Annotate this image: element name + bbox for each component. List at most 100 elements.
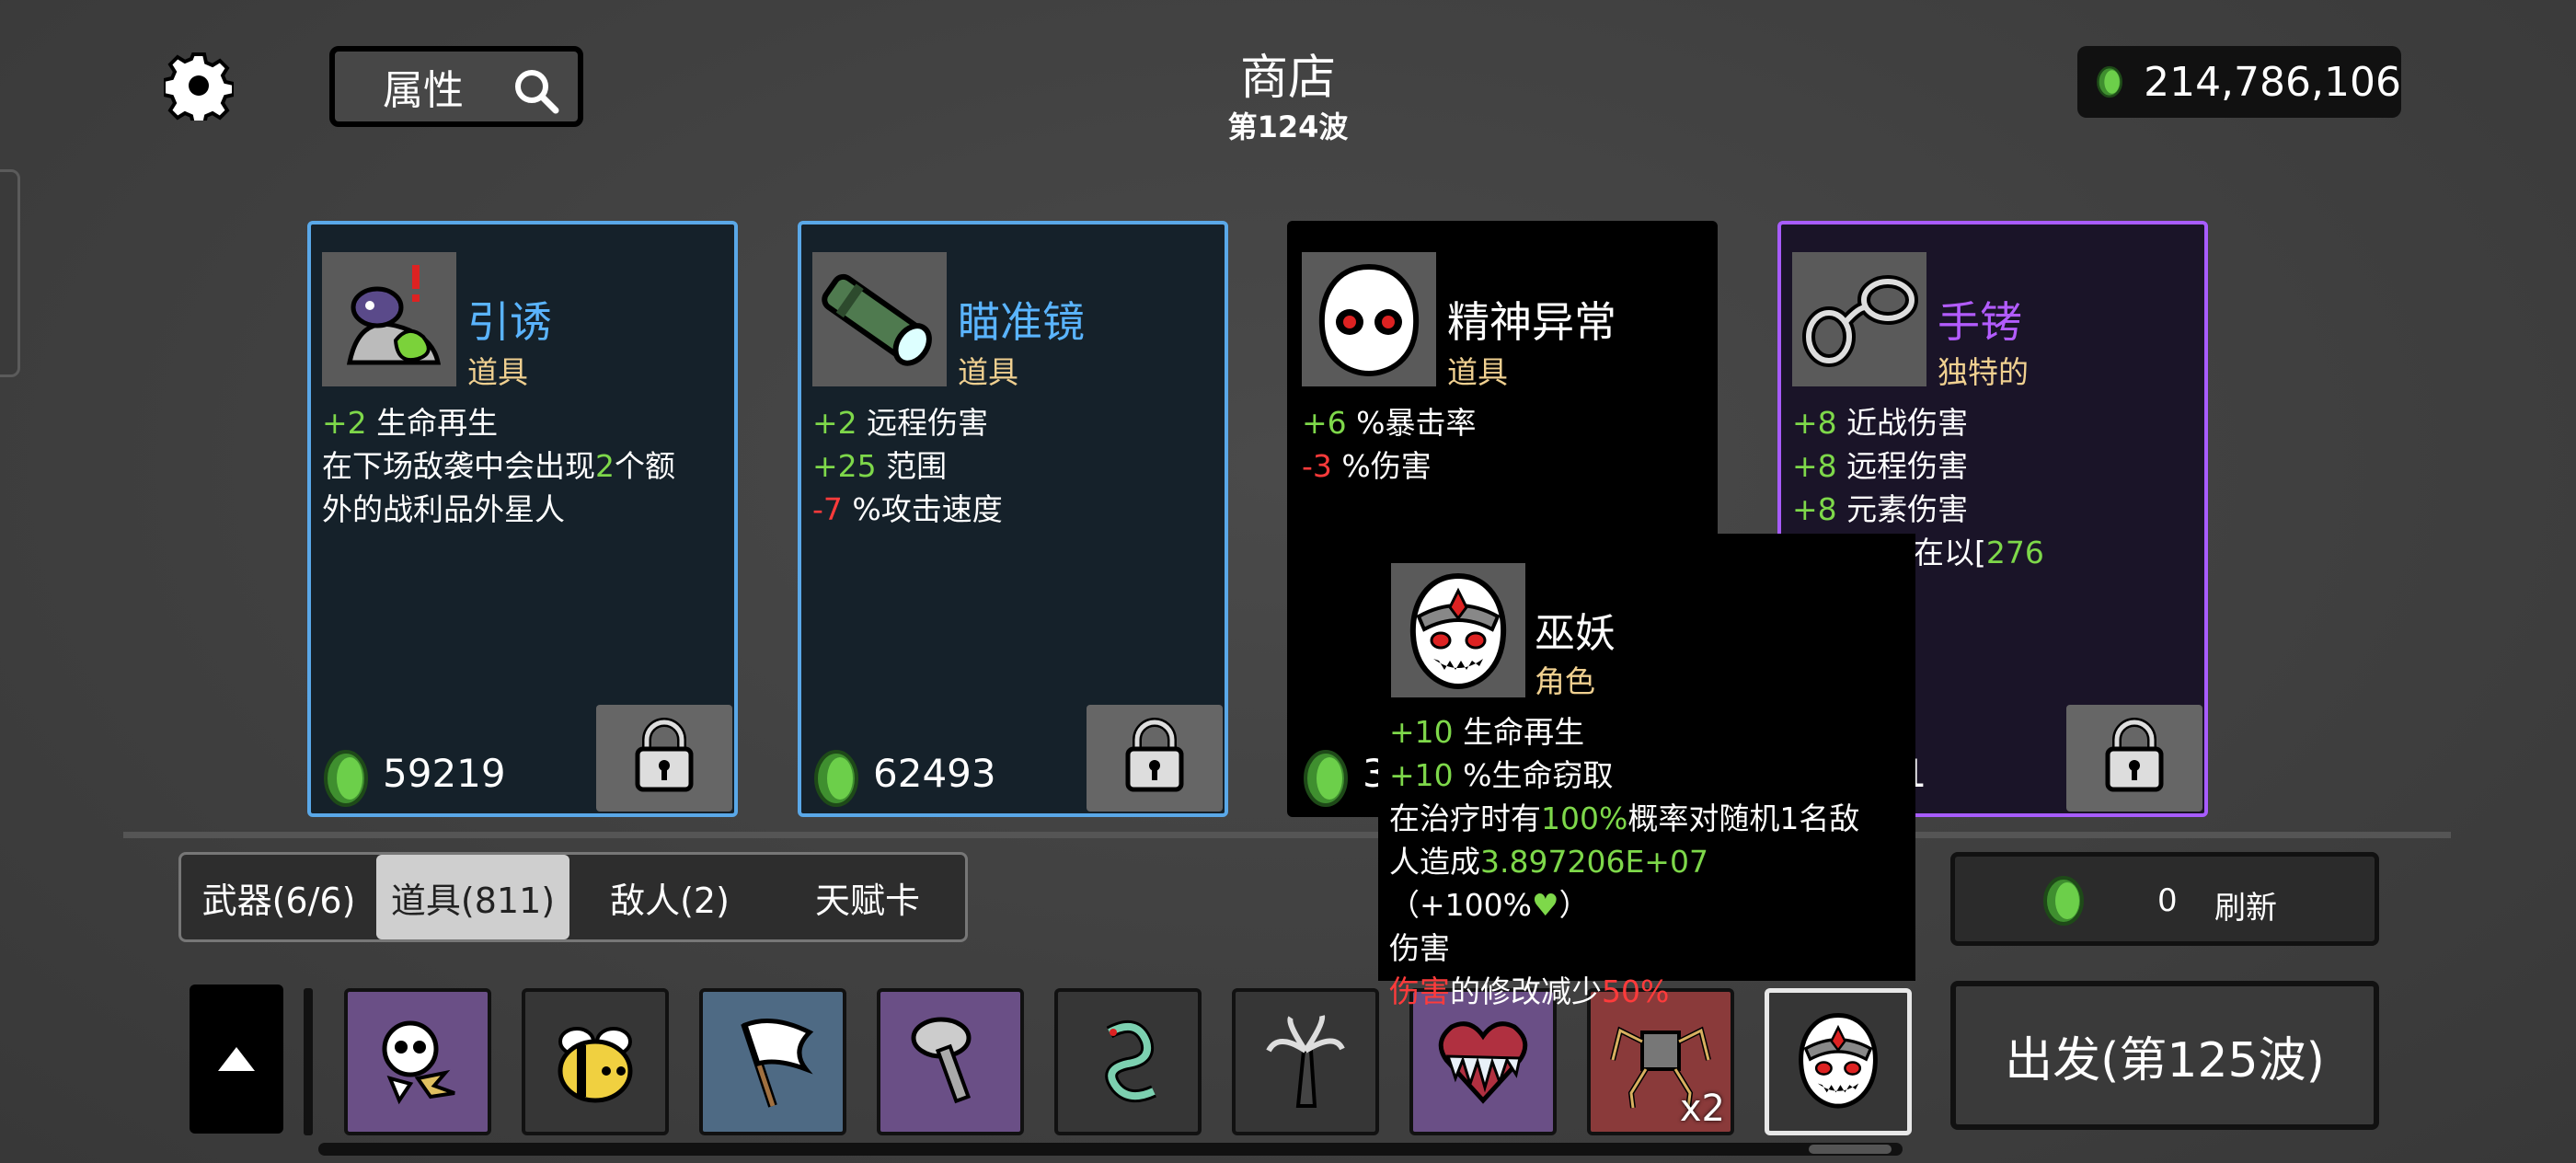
inventory-slot[interactable] [522,988,669,1135]
stat-text: %生命窃取 [1453,757,1614,793]
card-stats: +6 %暴击率 -3 %伤害 [1302,401,1701,488]
scope-icon [812,252,947,386]
stat-text: %暴击率 [1346,405,1477,441]
stat-line: 伤害的修改减少50% [1389,970,1906,1013]
handcuffs-icon [1792,252,1926,386]
material-coin-icon [1298,747,1353,813]
material-coin-icon [2097,65,2123,98]
stat-text: 生命再生 [1453,714,1585,750]
material-coin-icon [318,747,374,813]
stat-text: 个额 [615,448,675,484]
stat-text: +2 [812,405,857,441]
arrow-up-icon [218,1047,255,1071]
stat-line: +8 元素伤害 [1792,488,2191,531]
card-type: 道具 [467,354,528,390]
stat-text: +6 [1302,405,1347,441]
stat-line: 在下场敌袭中会出现2个额 [322,444,721,488]
go-next-wave-button[interactable]: 出发(第125波) [1950,981,2379,1130]
stat-text: -7 [812,491,843,527]
lure-icon [322,252,456,386]
stat-text: 近战伤害 [1836,405,1969,441]
inventory-slot[interactable] [877,988,1024,1135]
bee-icon [540,1005,650,1119]
material-coin-icon [2043,876,2084,926]
tab-item[interactable]: 敌人(2) [569,855,770,939]
stat-line: +10 %生命窃取 [1389,754,1906,797]
search-icon [515,70,559,114]
inventory-slot[interactable] [1054,988,1202,1135]
stat-text: 伤害 [1389,930,1450,966]
stat-line: +2 远程伤害 [812,401,1212,444]
card-name: 瞄准镜 [958,297,1085,347]
stat-text: ） [1558,887,1590,923]
stat-line: 人造成3.897206E+07 （+100%♥） [1389,840,1906,927]
claw-tree-icon [1250,1005,1361,1119]
stat-text: +10 [1389,714,1454,750]
lock-icon [1122,718,1187,799]
inventory-slot[interactable] [344,988,491,1135]
material-coin-icon [809,747,864,813]
stat-text: 50% [1602,973,1670,1009]
stat-text: 在下场敌袭中会出现 [322,448,595,484]
inventory-scrollbar[interactable] [318,1143,1903,1156]
stat-line: 在治疗时有100%概率对随机1名敌 [1389,797,1906,840]
card-type: 道具 [1447,354,1508,390]
lock-button[interactable] [2066,705,2202,812]
stat-text: 人造成 [1389,844,1480,880]
lich-icon [1783,1005,1893,1119]
lock-button[interactable] [596,705,732,812]
stat-text: 276 [1985,535,2044,570]
inventory-slot[interactable] [699,988,846,1135]
stat-text: +25 [812,448,877,484]
shop-divider [123,832,2451,838]
expand-inventory-button[interactable] [190,985,283,1134]
stat-text: 伤害 [1389,973,1450,1009]
item-tooltip: 巫妖 角色 +10 生命再生 +10 %生命窃取 在治疗时有100%概率对随机1名敌… [1378,534,1915,1009]
shop-card[interactable]: 瞄准镜 道具 +2 远程伤害 +25 范围 -7 %攻击速度 62493 [798,221,1228,817]
lock-button[interactable] [1087,705,1223,812]
card-name: 手铐 [1938,297,2022,347]
reroll-cost: 0 [2157,882,2178,919]
card-name: 引诱 [467,297,552,347]
gear-icon[interactable] [162,51,236,126]
inventory-slot[interactable] [1232,988,1379,1135]
frozen-heart-icon [1428,1005,1538,1119]
lock-icon [632,718,696,799]
inventory-tabs: 武器(6/6) 道具(811) 敌人(2) 天赋卡 [178,852,968,942]
card-name: 精神异常 [1447,297,1616,347]
stat-text: %伤害 [1331,448,1432,484]
stat-line: +8 远程伤害 [1792,444,2191,488]
stat-text: 的修改减少 [1450,973,1602,1009]
tab-item[interactable]: 天赋卡 [770,855,965,939]
inventory-edge-slot [304,988,313,1135]
screw-hammer-icon [895,1005,1006,1119]
stat-text: 概率对随机1名敌 [1627,800,1860,836]
inventory-scroll-thumb[interactable] [1809,1145,1892,1154]
tooltip-type: 角色 [1535,663,1595,699]
reroll-button[interactable]: 0 刷新 [1950,852,2379,946]
currency-amount: 214,786,106 [2144,58,2401,106]
card-type: 独特的 [1938,354,2029,390]
attribute-search-button[interactable]: 属性 [329,46,583,127]
search-label: 属性 [383,67,464,114]
tab-item[interactable]: 武器(6/6) [181,855,376,939]
lich-icon [1391,563,1525,697]
stat-text: 远程伤害 [1836,448,1969,484]
stat-text: 元素伤害 [1836,491,1969,527]
item-quantity: x2 [1679,1088,1725,1130]
stat-text: 外的战利品外星人 [322,491,565,527]
stat-text: 3.897206E+07 [1480,844,1708,880]
stat-line: +8 近战伤害 [1792,401,2191,444]
shop-title: 商店 [1239,51,1336,106]
tooltip-name: 巫妖 [1535,610,1616,657]
stat-text: +8 [1792,405,1837,441]
tab-item[interactable]: 道具(811) [376,855,569,939]
wave-label: 第124波 [1227,109,1349,144]
shop-card[interactable]: 引诱 道具 +2 生命再生 在下场敌袭中会出现2个额 外的战利品外星人 59219 [307,221,738,817]
card-price: 62493 [873,751,996,796]
stat-line: 外的战利品外星人 [322,488,721,531]
stat-line: 伤害 [1389,927,1906,970]
skull-splat-icon [362,1005,473,1119]
side-panel-edge[interactable] [0,169,20,377]
stat-line: +10 生命再生 [1389,710,1906,754]
